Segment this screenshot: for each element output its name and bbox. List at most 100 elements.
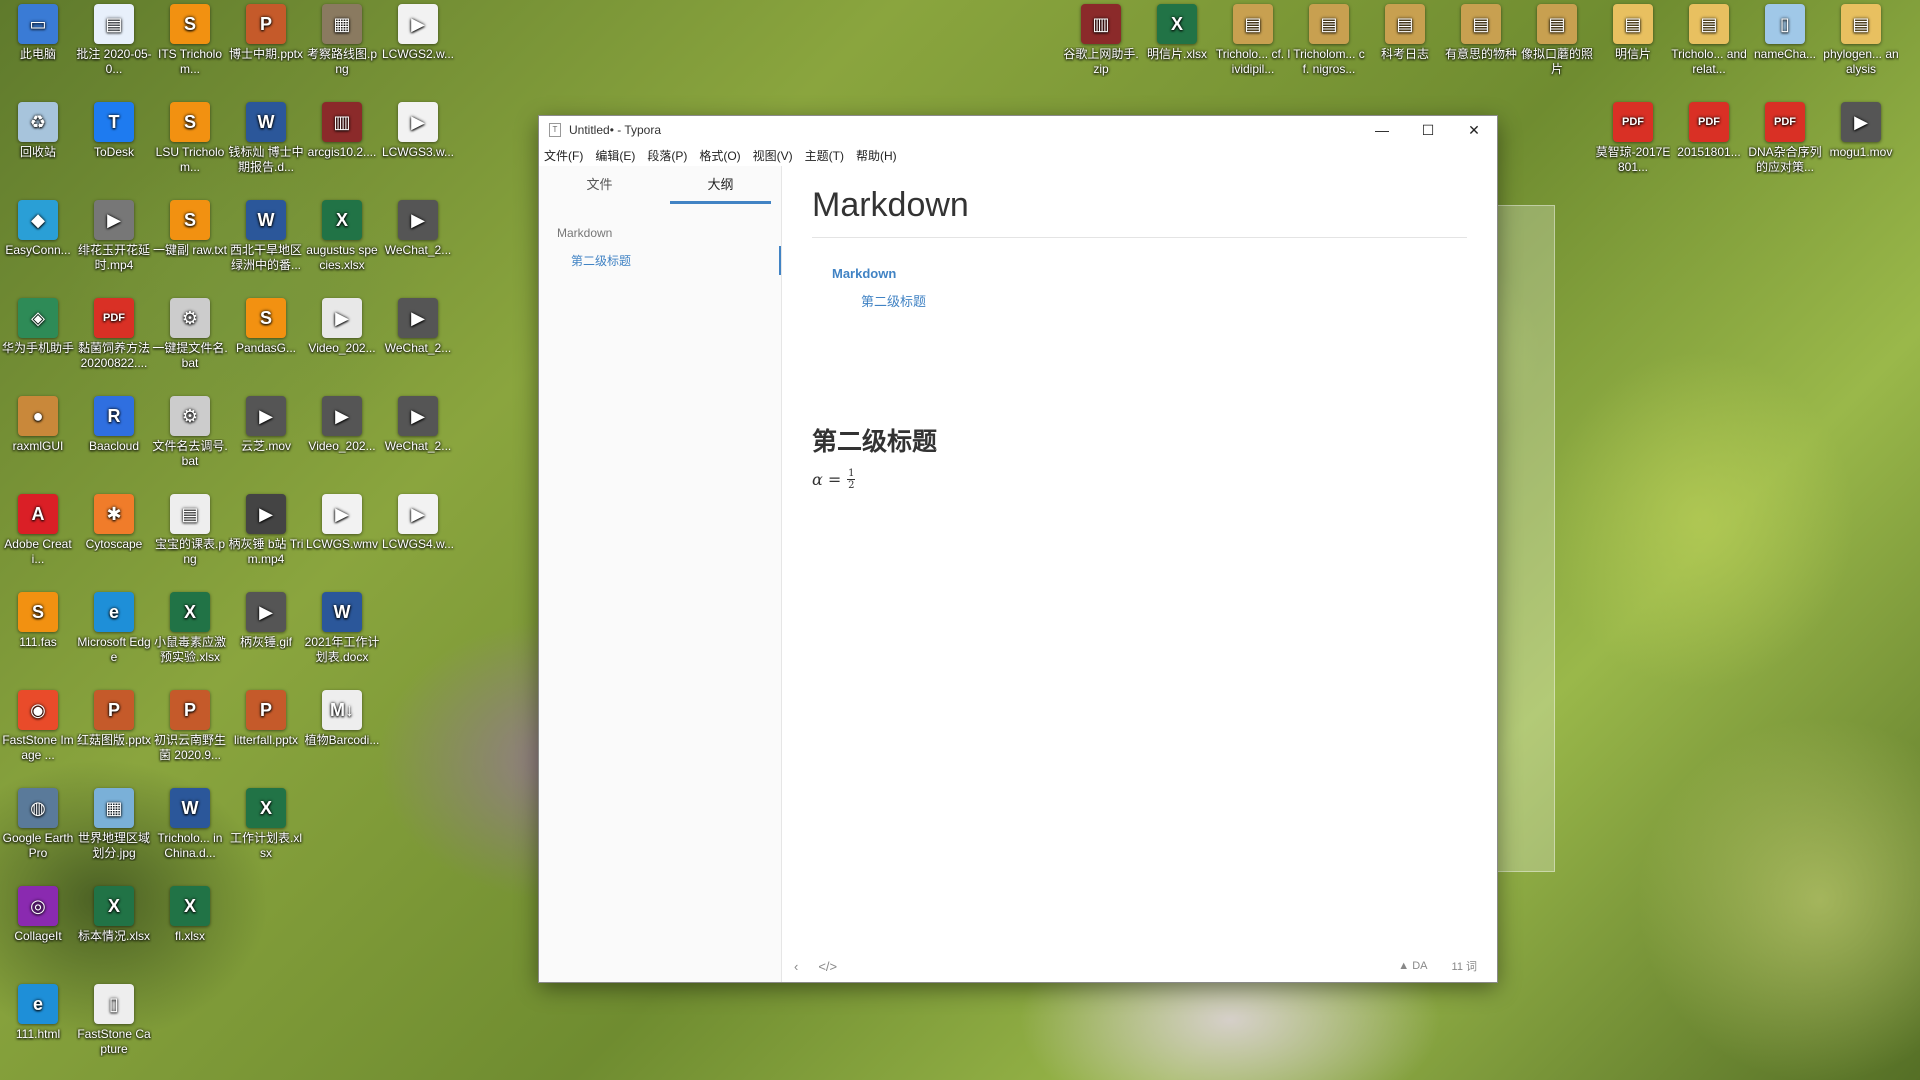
desktop-icon-item[interactable]: ▭ 此电脑	[0, 4, 76, 62]
menu-paragraph[interactable]: 段落(P)	[647, 147, 687, 164]
outline-item-second-heading[interactable]: 第二级标题	[539, 246, 781, 275]
desktop-icon-2020-05-0[interactable]: ▤ 批注 2020-05-0...	[76, 4, 152, 77]
tab-outline[interactable]: 大纲	[660, 168, 781, 206]
menu-theme[interactable]: 主题(T)	[805, 147, 844, 164]
desktop-icon-item[interactable]: ▤ 有意思的物种	[1443, 4, 1519, 62]
desktop-icon-tricholo-in-china-d[interactable]: W Tricholo... in China.d...	[152, 788, 228, 861]
desktop-icon-zip[interactable]: ▥ 谷歌上网助手.zip	[1063, 4, 1139, 77]
desktop-icon-faststone-image[interactable]: ◉ FastStone Image ...	[0, 690, 76, 763]
desktop-icon-111-html[interactable]: e 111.html	[0, 984, 76, 1042]
desktop-icon-20200822[interactable]: PDF 黏菌饲养方法20200822....	[76, 298, 152, 371]
word-count[interactable]: 11 词	[1452, 958, 1477, 974]
desktop-icon-20151801[interactable]: PDF 20151801...	[1671, 102, 1747, 160]
desktop-icon-baacloud[interactable]: R Baacloud	[76, 396, 152, 454]
desktop-icon-raw-txt[interactable]: S 一键副 raw.txt	[152, 200, 228, 258]
desktop-icon-litterfall-pptx[interactable]: Plitterfall.pptx	[228, 690, 304, 748]
menu-edit[interactable]: 编辑(E)	[595, 147, 635, 164]
desktop-icon-video-202[interactable]: ▶ Video_202...	[304, 396, 380, 454]
desktop-icon-png[interactable]: ▦ 考察路线图.png	[304, 4, 380, 77]
desktop-icon-wechat-2[interactable]: ▶ WeChat_2...	[380, 298, 456, 356]
desktop-icon-item[interactable]: ▤ 像拟口蘑的照片	[1519, 4, 1595, 77]
menu-help[interactable]: 帮助(H)	[856, 147, 897, 164]
desktop-icon-mp4[interactable]: ▶ 绯花玉开花延时.mp4	[76, 200, 152, 273]
file-icon: ▯	[1765, 4, 1805, 44]
maximize-button[interactable]: ☐	[1405, 116, 1451, 144]
heading-1[interactable]: Markdown	[812, 186, 1467, 238]
menu-file[interactable]: 文件(F)	[544, 147, 583, 164]
desktop-icon-label: arcgis10.2....	[307, 145, 377, 159]
desktop-icon-wechat-2[interactable]: ▶ WeChat_2...	[380, 396, 456, 454]
desktop-icon-raxmlgui[interactable]: ● raxmlGUI	[0, 396, 76, 454]
desktop-icon-lcwgs4-w[interactable]: ▶ LCWGS4.w...	[380, 494, 456, 552]
desktop-icon-easyconn[interactable]: ◆ EasyConn...	[0, 200, 76, 258]
chevron-left-icon[interactable]: ‹	[794, 959, 798, 974]
editor-area[interactable]: Markdown Markdown 第二级标题 第二级标题 α = 1 2 ‹ …	[782, 166, 1497, 982]
desktop-icon-augustus-species-xlsx[interactable]: Xaugustus species.xlsx	[304, 200, 380, 273]
desktop-icon-wechat-2[interactable]: ▶ WeChat_2...	[380, 200, 456, 258]
heading-2[interactable]: 第二级标题	[812, 422, 1467, 458]
desktop-icon-item[interactable]: ◈ 华为手机助手	[0, 298, 76, 356]
desktop-icon-faststone-capture[interactable]: ▯ FastStone Capture	[76, 984, 152, 1057]
desktop-icon-xlsx[interactable]: X 明信片.xlsx	[1139, 4, 1215, 62]
toc-item-markdown[interactable]: Markdown	[832, 266, 1467, 281]
desktop-icon-its-tricholom[interactable]: S ITS Tricholom...	[152, 4, 228, 77]
desktop-icon-pandasg[interactable]: S PandasG...	[228, 298, 304, 356]
desktop-icon-cytoscape[interactable]: ✱ Cytoscape	[76, 494, 152, 552]
desktop-icon-google-earth-pro[interactable]: ◍ Google Earth Pro	[0, 788, 76, 861]
desktop-icon-lcwgs-wmv[interactable]: ▶ LCWGS.wmv	[304, 494, 380, 552]
desktop-icon-xlsx[interactable]: X 标本情况.xlsx	[76, 886, 152, 944]
source-code-icon[interactable]: </>	[818, 959, 837, 974]
toc-item-second-heading[interactable]: 第二级标题	[832, 291, 1467, 310]
desktop-icon-xlsx[interactable]: X 工作计划表.xlsx	[228, 788, 304, 861]
menu-view[interactable]: 视图(V)	[753, 147, 793, 164]
desktop-icon-microsoft-edge[interactable]: e Microsoft Edge	[76, 592, 152, 665]
desktop-icon-d[interactable]: W 钱标灿 博士中期报告.d...	[228, 102, 304, 175]
math-block[interactable]: α = 1 2	[812, 468, 1467, 491]
desktop-icon-2020-9[interactable]: P 初识云南野生菌 2020.9...	[152, 690, 228, 763]
desktop-icon-2021-docx[interactable]: W 2021年工作计划表.docx	[304, 592, 380, 665]
desktop-icon-lsu-tricholom[interactable]: S LSU Tricholom...	[152, 102, 228, 175]
file-icon: PDF	[1689, 102, 1729, 142]
typora-window[interactable]: T Untitled• - Typora — ☐ ✕ 文件(F) 编辑(E) 段…	[539, 116, 1497, 982]
desktop-icon-todesk[interactable]: T ToDesk	[76, 102, 152, 160]
desktop-icon-2017e801[interactable]: PDF 莫智琼-2017E801...	[1595, 102, 1671, 175]
desktop-icon-tricholo-cf-lividipil[interactable]: ▤ Tricholo... cf. lividipil...	[1215, 4, 1291, 77]
desktop-icon-item[interactable]: ▤ 科考日志	[1367, 4, 1443, 62]
desktop-icon-phylogen-analysis[interactable]: ▤ phylogen... analysis	[1823, 4, 1899, 77]
desktop-icon-item[interactable]: ▤ 明信片	[1595, 4, 1671, 62]
close-button[interactable]: ✕	[1451, 116, 1497, 144]
desktop-icon-barcodi[interactable]: M↓ 植物Barcodi...	[304, 690, 380, 748]
desktop-icon-collageit[interactable]: ◎ CollageIt	[0, 886, 76, 944]
desktop-icon-item[interactable]: W 西北干旱地区绿洲中的番...	[228, 200, 304, 273]
spellcheck-language[interactable]: ▲ DA	[1398, 960, 1427, 972]
desktop-icon-tricholom-cf-nigros[interactable]: ▤ Tricholom... cf. nigros...	[1291, 4, 1367, 77]
desktop-icon-dna[interactable]: PDF DNA杂合序列的应对策...	[1747, 102, 1823, 175]
desktop-icon-b-trim-mp4[interactable]: ▶ 柄灰锤 b站 Trim.mp4	[228, 494, 304, 567]
desktop-icon-mov[interactable]: ▶ 云芝.mov	[228, 396, 304, 454]
outline-item-markdown[interactable]: Markdown	[539, 220, 781, 246]
desktop-icon-111-fas[interactable]: S 111.fas	[0, 592, 76, 650]
desktop-icon-bat[interactable]: ⚙ 文件名去调号.bat	[152, 396, 228, 469]
desktop-icon-fl-xlsx[interactable]: Xfl.xlsx	[152, 886, 228, 944]
desktop-icon-item[interactable]: ♻ 回收站	[0, 102, 76, 160]
tab-files[interactable]: 文件	[539, 168, 660, 206]
desktop-icon-xlsx[interactable]: X 小鼠毒素应激预实验.xlsx	[152, 592, 228, 665]
minimize-button[interactable]: —	[1359, 116, 1405, 144]
file-icon: ⚙	[170, 298, 210, 338]
menu-format[interactable]: 格式(O)	[699, 147, 740, 164]
desktop-icon-jpg[interactable]: ▦ 世界地理区域划分.jpg	[76, 788, 152, 861]
desktop-icon-mogu1-mov[interactable]: ▶ mogu1.mov	[1823, 102, 1899, 160]
desktop-icon-lcwgs3-w[interactable]: ▶ LCWGS3.w...	[380, 102, 456, 160]
desktop-icon-tricholo-and-relat[interactable]: ▤ Tricholo... and relat...	[1671, 4, 1747, 77]
desktop-icon-video-202[interactable]: ▶ Video_202...	[304, 298, 380, 356]
desktop-icon-lcwgs2-w[interactable]: ▶ LCWGS2.w...	[380, 4, 456, 62]
desktop-icon-namecha[interactable]: ▯ nameCha...	[1747, 4, 1823, 62]
desktop-icon-gif[interactable]: ▶ 柄灰锤.gif	[228, 592, 304, 650]
desktop-icon-bat[interactable]: ⚙ 一键提文件名.bat	[152, 298, 228, 371]
desktop-icon-arcgis10-2[interactable]: ▥ arcgis10.2....	[304, 102, 380, 160]
desktop-icon-pptx[interactable]: P 博士中期.pptx	[228, 4, 304, 62]
desktop-icon-png[interactable]: ▤ 宝宝的课表.png	[152, 494, 228, 567]
title-bar[interactable]: T Untitled• - Typora — ☐ ✕	[539, 116, 1497, 144]
desktop-icon-adobe-creati[interactable]: A Adobe Creati...	[0, 494, 76, 567]
desktop-icon-pptx[interactable]: P 红菇图版.pptx	[76, 690, 152, 748]
